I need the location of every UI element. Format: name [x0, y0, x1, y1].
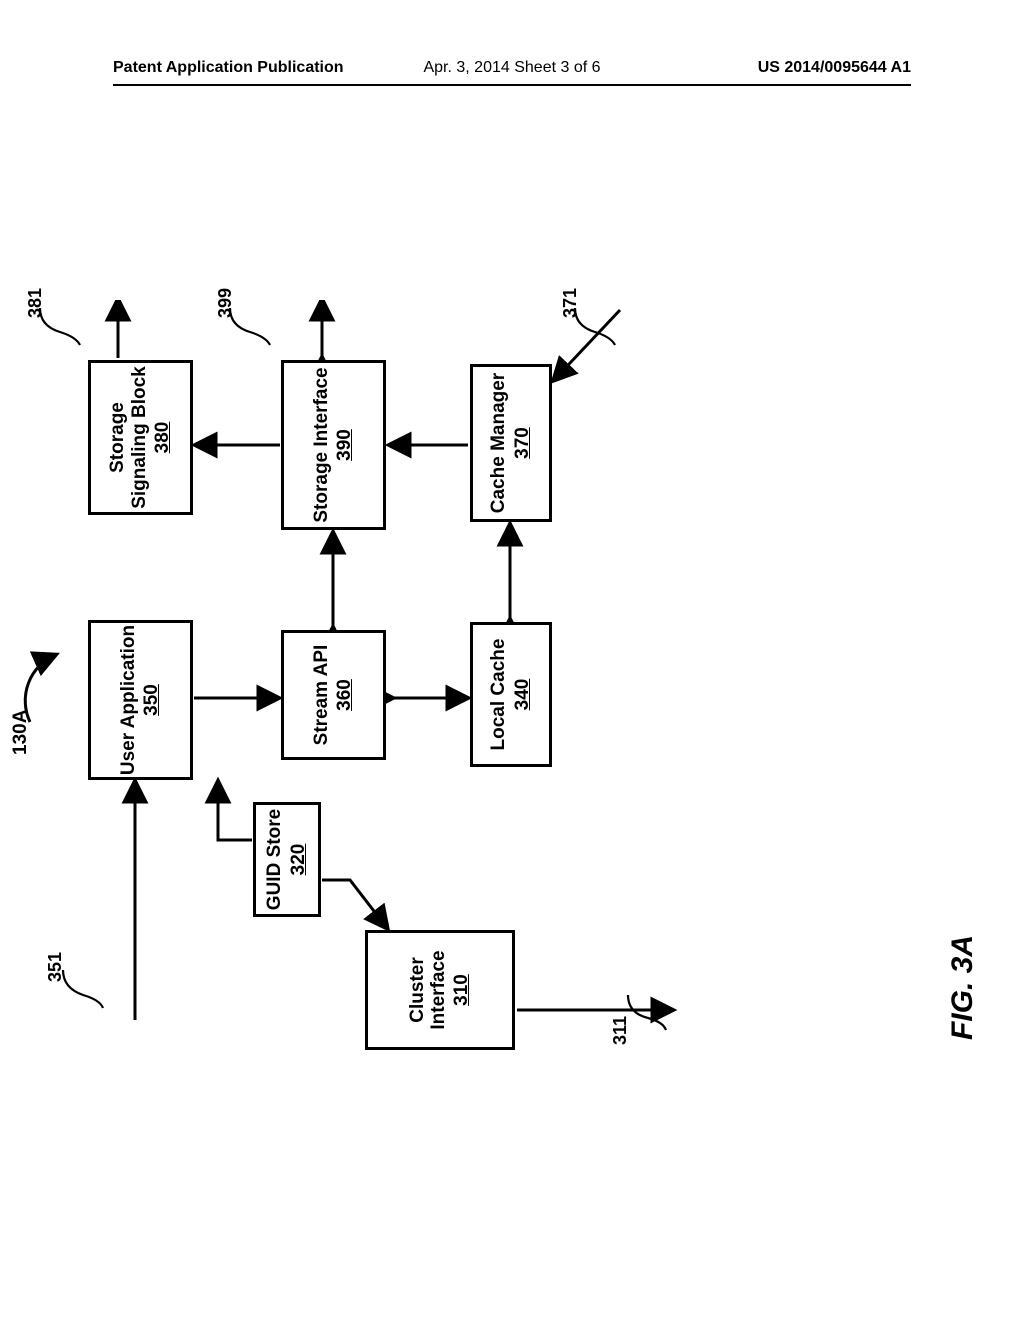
block-cache-manager: Cache Manager 370 [470, 364, 552, 522]
label-399: 399 [215, 288, 236, 318]
block-number: 310 [451, 974, 473, 1006]
block-title: User Application [118, 625, 139, 775]
figure-title: FIG. 3A [946, 935, 980, 1040]
block-title: Stream API [311, 645, 332, 746]
block-guid-store: GUID Store 320 [253, 802, 321, 917]
label-381: 381 [25, 288, 46, 318]
block-number: 370 [512, 427, 534, 459]
block-title: Cluster Interface [407, 933, 450, 1047]
block-number: 350 [141, 684, 163, 716]
page-header: Patent Application Publication Apr. 3, 2… [0, 54, 1024, 90]
block-cluster-interface: Cluster Interface 310 [365, 930, 515, 1050]
block-number: 380 [152, 422, 174, 454]
block-number: 340 [512, 679, 534, 711]
overall-ref-label: 130A [10, 710, 32, 755]
block-stream-api: Stream API 360 [281, 630, 386, 760]
block-title: Storage Signaling Block [107, 363, 150, 512]
block-storage-signaling: Storage Signaling Block 380 [88, 360, 193, 515]
label-371: 371 [560, 288, 581, 318]
label-351: 351 [45, 952, 66, 982]
header-rule [113, 84, 911, 86]
block-title: Storage Interface [311, 367, 332, 522]
block-number: 390 [334, 429, 356, 461]
block-storage-interface: Storage Interface 390 [281, 360, 386, 530]
block-user-application: User Application 350 [88, 620, 193, 780]
block-title: Cache Manager [488, 373, 509, 513]
block-title: GUID Store [264, 809, 285, 910]
block-title: Local Cache [488, 639, 509, 751]
header-right: US 2014/0095644 A1 [758, 59, 911, 77]
block-local-cache: Local Cache 340 [470, 622, 552, 767]
diagram: 130A 351 311 381 399 371 User Applicatio… [0, 300, 1020, 1050]
block-number: 360 [334, 679, 356, 711]
label-311: 311 [610, 1016, 631, 1045]
block-number: 320 [288, 844, 310, 876]
diagram-rotated-wrap: 130A 351 311 381 399 371 User Applicatio… [0, 300, 1020, 1050]
